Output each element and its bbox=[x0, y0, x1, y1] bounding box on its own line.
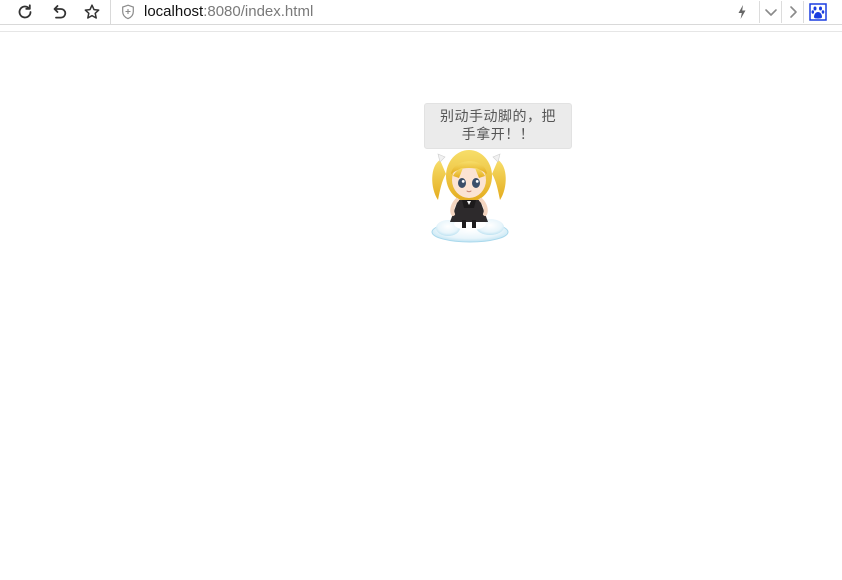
baidu-paw-icon[interactable] bbox=[807, 0, 829, 24]
mascot-character[interactable] bbox=[426, 138, 512, 250]
reload-icon[interactable] bbox=[14, 0, 36, 24]
url-path: :8080/index.html bbox=[203, 3, 314, 20]
toolbar-divider bbox=[803, 1, 804, 23]
toolbar-bottom-edge bbox=[0, 25, 842, 32]
shield-icon[interactable] bbox=[121, 4, 135, 24]
chevron-down-icon[interactable] bbox=[760, 0, 782, 24]
chevron-right-icon[interactable] bbox=[782, 0, 804, 24]
star-icon[interactable] bbox=[81, 0, 103, 24]
url-host: localhost bbox=[144, 3, 204, 20]
page-content: 别动手动脚的，把手拿开！！ bbox=[0, 32, 842, 580]
browser-toolbar: localhost:8080/index.html bbox=[0, 0, 842, 25]
undo-icon[interactable] bbox=[48, 0, 70, 24]
url-text[interactable]: localhost:8080/index.html bbox=[144, 3, 313, 21]
address-bar[interactable]: localhost:8080/index.html bbox=[110, 0, 761, 24]
lightning-icon[interactable] bbox=[731, 0, 753, 24]
